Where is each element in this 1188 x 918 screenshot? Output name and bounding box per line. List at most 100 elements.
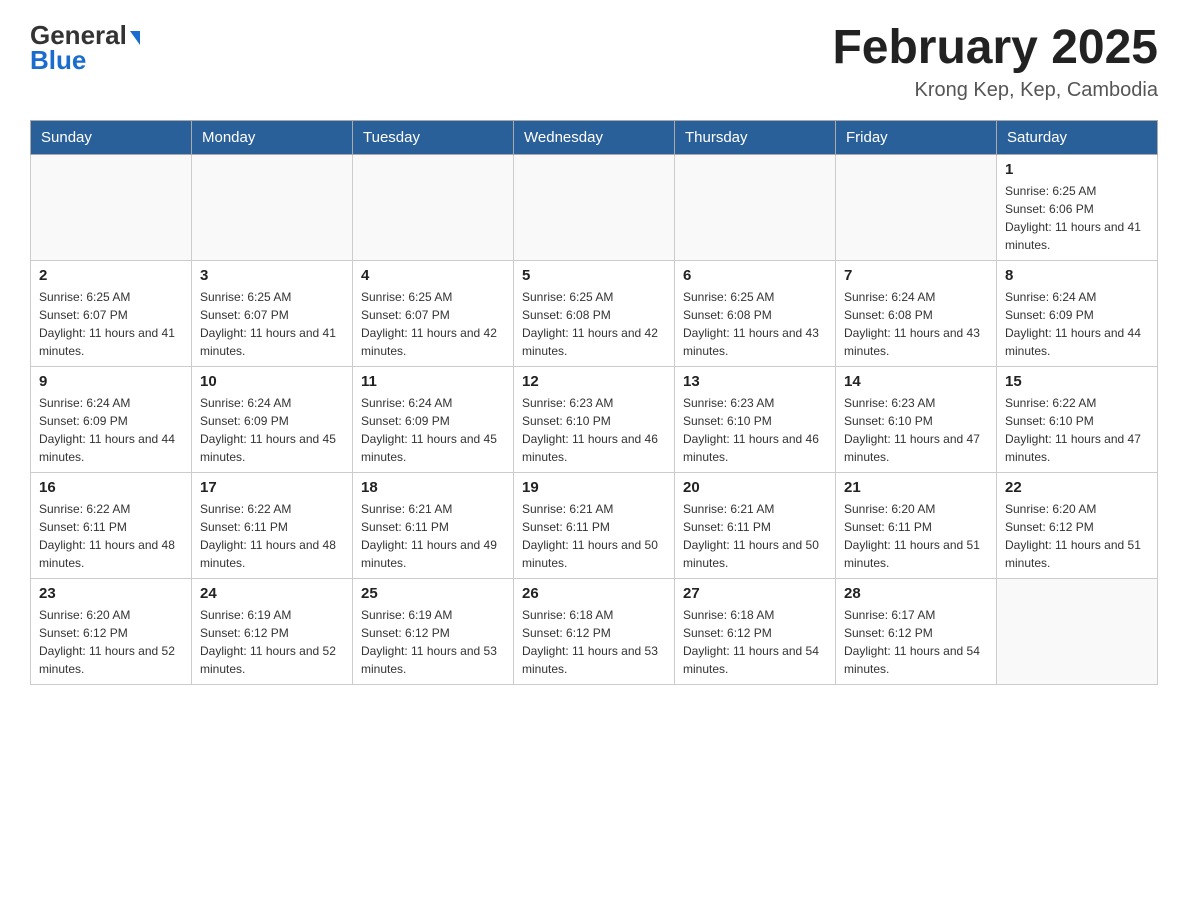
day-number: 28 — [844, 585, 988, 602]
day-number: 23 — [39, 585, 183, 602]
calendar-day: 21 Sunrise: 6:20 AM Sunset: 6:11 PM Dayli… — [836, 473, 997, 579]
day-info: Sunrise: 6:22 AM Sunset: 6:11 PM Dayligh… — [200, 500, 344, 572]
day-number: 22 — [1005, 479, 1149, 496]
day-number: 18 — [361, 479, 505, 496]
day-info: Sunrise: 6:23 AM Sunset: 6:10 PM Dayligh… — [683, 394, 827, 466]
calendar-day: 1Sunrise: 6:25 AM Sunset: 6:06 PM Daylig… — [997, 155, 1158, 261]
day-number: 24 — [200, 585, 344, 602]
calendar-day — [192, 155, 353, 261]
calendar-header-row: Sunday Monday Tuesday Wednesday Thursday… — [31, 121, 1158, 155]
calendar-day: 5 Sunrise: 6:25 AM Sunset: 6:08 PM Daylig… — [514, 261, 675, 367]
calendar-day: 11 Sunrise: 6:24 AM Sunset: 6:09 PM Dayli… — [353, 367, 514, 473]
day-number: 10 — [200, 373, 344, 390]
day-info: Sunrise: 6:20 AM Sunset: 6:12 PM Dayligh… — [39, 606, 183, 678]
logo-arrow-icon — [130, 31, 140, 45]
calendar-day: 6 Sunrise: 6:25 AM Sunset: 6:08 PM Daylig… — [675, 261, 836, 367]
calendar-day: 28 Sunrise: 6:17 AM Sunset: 6:12 PM Dayli… — [836, 579, 997, 685]
calendar-day: 24 Sunrise: 6:19 AM Sunset: 6:12 PM Dayli… — [192, 579, 353, 685]
day-info: Sunrise: 6:24 AM Sunset: 6:08 PM Dayligh… — [844, 288, 988, 360]
day-info: Sunrise: 6:24 AM Sunset: 6:09 PM Dayligh… — [39, 394, 183, 466]
day-number: 14 — [844, 373, 988, 390]
day-number: 11 — [361, 373, 505, 390]
day-number: 1 — [1005, 161, 1149, 178]
calendar-day — [31, 155, 192, 261]
logo-blue-text: Blue — [30, 45, 86, 76]
day-info: Sunrise: 6:24 AM Sunset: 6:09 PM Dayligh… — [1005, 288, 1149, 360]
day-info: Sunrise: 6:25 AM Sunset: 6:07 PM Dayligh… — [200, 288, 344, 360]
calendar-day: 8 Sunrise: 6:24 AM Sunset: 6:09 PM Daylig… — [997, 261, 1158, 367]
calendar-day: 20 Sunrise: 6:21 AM Sunset: 6:11 PM Dayli… — [675, 473, 836, 579]
day-info: Sunrise: 6:21 AM Sunset: 6:11 PM Dayligh… — [361, 500, 505, 572]
day-info: Sunrise: 6:23 AM Sunset: 6:10 PM Dayligh… — [844, 394, 988, 466]
calendar-day: 3 Sunrise: 6:25 AM Sunset: 6:07 PM Daylig… — [192, 261, 353, 367]
week-row-1: 1Sunrise: 6:25 AM Sunset: 6:06 PM Daylig… — [31, 155, 1158, 261]
day-info: Sunrise: 6:21 AM Sunset: 6:11 PM Dayligh… — [683, 500, 827, 572]
col-wednesday: Wednesday — [514, 121, 675, 155]
day-info: Sunrise: 6:23 AM Sunset: 6:10 PM Dayligh… — [522, 394, 666, 466]
day-number: 20 — [683, 479, 827, 496]
day-number: 27 — [683, 585, 827, 602]
day-number: 8 — [1005, 267, 1149, 284]
calendar-day: 19 Sunrise: 6:21 AM Sunset: 6:11 PM Dayli… — [514, 473, 675, 579]
day-info: Sunrise: 6:25 AM Sunset: 6:08 PM Dayligh… — [522, 288, 666, 360]
day-number: 7 — [844, 267, 988, 284]
calendar-table: Sunday Monday Tuesday Wednesday Thursday… — [30, 120, 1158, 685]
day-info: Sunrise: 6:22 AM Sunset: 6:11 PM Dayligh… — [39, 500, 183, 572]
day-number: 15 — [1005, 373, 1149, 390]
day-number: 26 — [522, 585, 666, 602]
location-text: Krong Kep, Kep, Cambodia — [832, 79, 1158, 102]
day-number: 5 — [522, 267, 666, 284]
calendar-day: 17 Sunrise: 6:22 AM Sunset: 6:11 PM Dayli… — [192, 473, 353, 579]
calendar-day: 25 Sunrise: 6:19 AM Sunset: 6:12 PM Dayli… — [353, 579, 514, 685]
day-info: Sunrise: 6:25 AM Sunset: 6:08 PM Dayligh… — [683, 288, 827, 360]
day-info: Sunrise: 6:24 AM Sunset: 6:09 PM Dayligh… — [361, 394, 505, 466]
calendar-day — [997, 579, 1158, 685]
day-info: Sunrise: 6:25 AM Sunset: 6:07 PM Dayligh… — [361, 288, 505, 360]
day-info: Sunrise: 6:25 AM Sunset: 6:07 PM Dayligh… — [39, 288, 183, 360]
week-row-3: 9 Sunrise: 6:24 AM Sunset: 6:09 PM Daylig… — [31, 367, 1158, 473]
calendar-day — [836, 155, 997, 261]
day-info: Sunrise: 6:17 AM Sunset: 6:12 PM Dayligh… — [844, 606, 988, 678]
day-number: 21 — [844, 479, 988, 496]
day-number: 19 — [522, 479, 666, 496]
day-info: Sunrise: 6:20 AM Sunset: 6:11 PM Dayligh… — [844, 500, 988, 572]
calendar-day: 4 Sunrise: 6:25 AM Sunset: 6:07 PM Daylig… — [353, 261, 514, 367]
calendar-day: 13 Sunrise: 6:23 AM Sunset: 6:10 PM Dayli… — [675, 367, 836, 473]
day-info: Sunrise: 6:20 AM Sunset: 6:12 PM Dayligh… — [1005, 500, 1149, 572]
day-number: 13 — [683, 373, 827, 390]
day-number: 25 — [361, 585, 505, 602]
day-number: 4 — [361, 267, 505, 284]
calendar-day: 14 Sunrise: 6:23 AM Sunset: 6:10 PM Dayli… — [836, 367, 997, 473]
calendar-day: 2 Sunrise: 6:25 AM Sunset: 6:07 PM Daylig… — [31, 261, 192, 367]
col-thursday: Thursday — [675, 121, 836, 155]
calendar-day: 18 Sunrise: 6:21 AM Sunset: 6:11 PM Dayli… — [353, 473, 514, 579]
day-number: 3 — [200, 267, 344, 284]
day-number: 6 — [683, 267, 827, 284]
calendar-day — [353, 155, 514, 261]
col-monday: Monday — [192, 121, 353, 155]
day-number: 16 — [39, 479, 183, 496]
day-info: Sunrise: 6:18 AM Sunset: 6:12 PM Dayligh… — [683, 606, 827, 678]
calendar-day: 9 Sunrise: 6:24 AM Sunset: 6:09 PM Daylig… — [31, 367, 192, 473]
day-number: 2 — [39, 267, 183, 284]
calendar-day — [675, 155, 836, 261]
col-tuesday: Tuesday — [353, 121, 514, 155]
calendar-day: 10 Sunrise: 6:24 AM Sunset: 6:09 PM Dayli… — [192, 367, 353, 473]
month-title: February 2025 — [832, 20, 1158, 75]
calendar-day: 23 Sunrise: 6:20 AM Sunset: 6:12 PM Dayli… — [31, 579, 192, 685]
week-row-2: 2 Sunrise: 6:25 AM Sunset: 6:07 PM Daylig… — [31, 261, 1158, 367]
calendar-day: 26Sunrise: 6:18 AM Sunset: 6:12 PM Dayli… — [514, 579, 675, 685]
week-row-4: 16 Sunrise: 6:22 AM Sunset: 6:11 PM Dayli… — [31, 473, 1158, 579]
day-info: Sunrise: 6:24 AM Sunset: 6:09 PM Dayligh… — [200, 394, 344, 466]
day-number: 12 — [522, 373, 666, 390]
col-friday: Friday — [836, 121, 997, 155]
day-info: Sunrise: 6:21 AM Sunset: 6:11 PM Dayligh… — [522, 500, 666, 572]
day-number: 9 — [39, 373, 183, 390]
day-number: 17 — [200, 479, 344, 496]
col-sunday: Sunday — [31, 121, 192, 155]
day-info: Sunrise: 6:19 AM Sunset: 6:12 PM Dayligh… — [361, 606, 505, 678]
calendar-day: 16 Sunrise: 6:22 AM Sunset: 6:11 PM Dayli… — [31, 473, 192, 579]
calendar-day: 27 Sunrise: 6:18 AM Sunset: 6:12 PM Dayli… — [675, 579, 836, 685]
calendar-day: 12 Sunrise: 6:23 AM Sunset: 6:10 PM Dayli… — [514, 367, 675, 473]
day-info: Sunrise: 6:19 AM Sunset: 6:12 PM Dayligh… — [200, 606, 344, 678]
